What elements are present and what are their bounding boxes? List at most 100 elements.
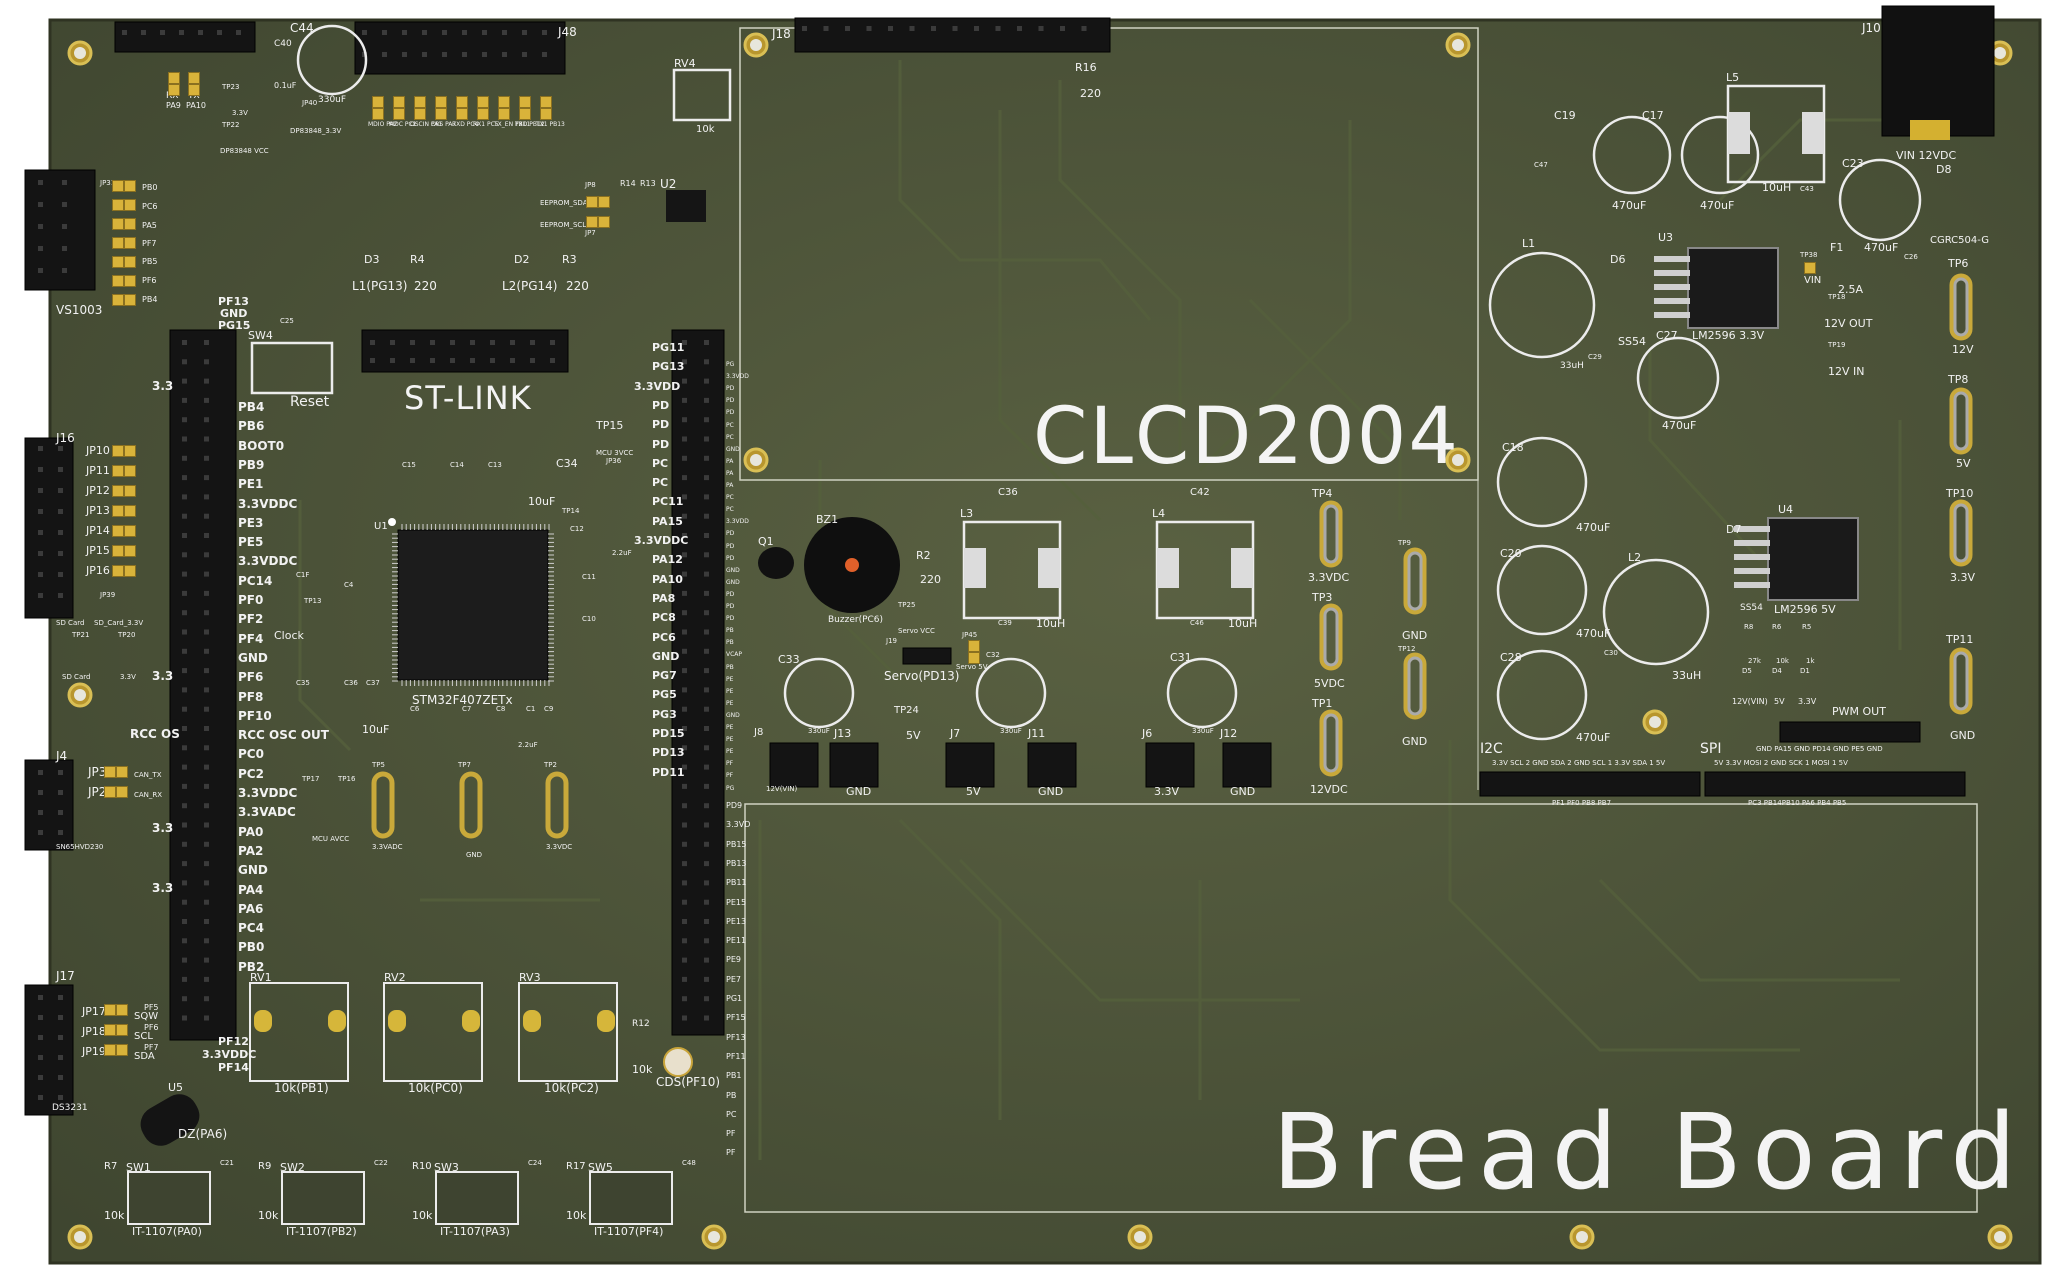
- jumper-pad[interactable]: [372, 108, 384, 120]
- jumper-pad[interactable]: [540, 108, 552, 120]
- jumper-pad[interactable]: [968, 640, 980, 652]
- label-c18: C18: [1502, 441, 1524, 454]
- label-pa5: PA5: [142, 221, 157, 230]
- label-pb0: PB0: [142, 183, 158, 192]
- right-pin-tiny-label: PE: [726, 687, 734, 695]
- jumper-pad[interactable]: [112, 465, 124, 477]
- jumper-pad[interactable]: [104, 1044, 116, 1056]
- jumper-pad[interactable]: [112, 525, 124, 537]
- left-pin-label: 3.3VDDC: [238, 554, 298, 569]
- jumper-pad[interactable]: [168, 72, 180, 84]
- jumper-pad[interactable]: [519, 108, 531, 120]
- jumper-pad[interactable]: [112, 180, 124, 192]
- jumper-pad[interactable]: [124, 485, 136, 497]
- label-j7: J7: [950, 727, 961, 740]
- jumper-pad[interactable]: [104, 1024, 116, 1036]
- label-rv2: RV2: [384, 971, 406, 984]
- jumper-pad[interactable]: [586, 216, 598, 228]
- header-pin: [682, 919, 687, 924]
- jumper-pad[interactable]: [124, 237, 136, 249]
- jumper-pad[interactable]: [124, 218, 136, 230]
- jumper-pad[interactable]: [188, 72, 200, 84]
- jumper-pad[interactable]: [168, 84, 180, 96]
- jumper-pad[interactable]: [116, 1044, 128, 1056]
- label-tp3: TP3: [1312, 591, 1333, 604]
- label-sn65: SN65HVD230: [56, 843, 104, 851]
- jumper-pad[interactable]: [968, 652, 980, 664]
- header-pin: [236, 30, 241, 35]
- jumper-pad[interactable]: [112, 256, 124, 268]
- header-pin: [550, 340, 555, 345]
- jumper-pad[interactable]: [116, 766, 128, 778]
- left-pin-label: RCC OSC OUT: [238, 728, 329, 743]
- header-pin: [38, 572, 43, 577]
- jumper-pad[interactable]: [112, 545, 124, 557]
- jumper-pad[interactable]: [116, 786, 128, 798]
- jumper-pad[interactable]: [540, 96, 552, 108]
- jumper-pad[interactable]: [104, 1004, 116, 1016]
- header-pin: [682, 687, 687, 693]
- jumper-pad[interactable]: [456, 108, 468, 120]
- right-pin-label: PA8: [652, 591, 676, 605]
- label-tp7-v: GND: [466, 851, 483, 859]
- label-ss54a: SS54: [1618, 335, 1646, 348]
- jumper-pad[interactable]: [104, 786, 116, 798]
- jumper-pad[interactable]: [112, 199, 124, 211]
- jumper-pad[interactable]: [124, 465, 136, 477]
- jumper-pad[interactable]: [393, 96, 405, 108]
- jumper-pad[interactable]: [1804, 262, 1816, 274]
- jumper-pad[interactable]: [498, 96, 510, 108]
- header-pin: [182, 861, 187, 867]
- label-r2: R2: [916, 549, 931, 562]
- jumper-pad[interactable]: [112, 505, 124, 517]
- jumper-pad[interactable]: [414, 96, 426, 108]
- label-d8: D8: [1936, 163, 1952, 176]
- jumper-pad[interactable]: [456, 96, 468, 108]
- jumper-pad[interactable]: [372, 96, 384, 108]
- jumper-pad[interactable]: [477, 108, 489, 120]
- jumper-pad[interactable]: [477, 96, 489, 108]
- jumper-pad[interactable]: [112, 275, 124, 287]
- jumper-pad[interactable]: [112, 218, 124, 230]
- header-pin: [182, 533, 187, 538]
- header-pin: [182, 475, 187, 481]
- header-pin: [522, 30, 527, 35]
- jumper-pad[interactable]: [124, 545, 136, 557]
- label-u3: U3: [1658, 231, 1674, 244]
- jumper-pad[interactable]: [598, 196, 610, 208]
- label-u5l: DZ(PA6): [178, 1127, 228, 1141]
- header-pin: [682, 861, 687, 867]
- jumper-pad[interactable]: [124, 505, 136, 517]
- jumper-pad[interactable]: [112, 237, 124, 249]
- jumper-pad[interactable]: [598, 216, 610, 228]
- jumper-pad[interactable]: [112, 485, 124, 497]
- jumper-pad[interactable]: [124, 256, 136, 268]
- jumper-pad[interactable]: [435, 96, 447, 108]
- label-i2c-pins: 3.3V SCL 2 GND SDA 2 GND SCL 1 3.3V SDA …: [1492, 759, 1666, 767]
- jumper-pad[interactable]: [414, 108, 426, 120]
- jumper-pad[interactable]: [124, 565, 136, 577]
- jumper-pad[interactable]: [112, 445, 124, 457]
- jumper-pad[interactable]: [116, 1024, 128, 1036]
- jumper-pad[interactable]: [112, 565, 124, 577]
- jumper-pad[interactable]: [124, 180, 136, 192]
- jumper-pad[interactable]: [104, 766, 116, 778]
- jumper-pad[interactable]: [435, 108, 447, 120]
- jumper-pad[interactable]: [393, 108, 405, 120]
- jumper-pad[interactable]: [124, 294, 136, 306]
- jumper-pad[interactable]: [124, 275, 136, 287]
- jumper-pad[interactable]: [519, 96, 531, 108]
- jumper-pad[interactable]: [116, 1004, 128, 1016]
- header-pin: [682, 378, 687, 384]
- jumper-pad[interactable]: [188, 84, 200, 96]
- jumper-pad[interactable]: [586, 196, 598, 208]
- jumper-pad[interactable]: [498, 108, 510, 120]
- jumper-pad[interactable]: [124, 199, 136, 211]
- header-pin: [204, 726, 209, 731]
- jumper-pad[interactable]: [124, 525, 136, 537]
- jumper-pad[interactable]: [112, 294, 124, 306]
- header-pin: [182, 629, 187, 635]
- label-r4: R4: [410, 253, 425, 266]
- label-l2v: 33uH: [1672, 669, 1702, 682]
- jumper-pad[interactable]: [124, 445, 136, 457]
